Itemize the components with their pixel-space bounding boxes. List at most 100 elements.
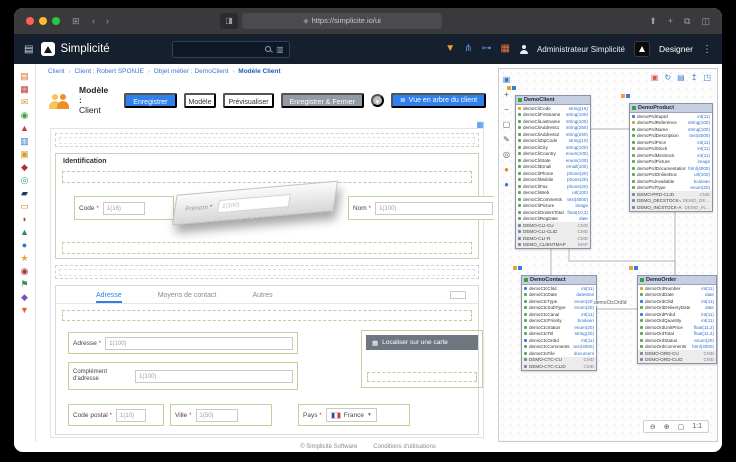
entity-action-row[interactable]: DEMO-CTC-CU CMD	[522, 356, 596, 363]
rail-module-icon[interactable]: ◆	[21, 293, 28, 302]
diagram-tool-icon[interactable]: +	[504, 90, 509, 99]
entity-field-row[interactable]: demoCliCountry enum(100)	[516, 151, 590, 158]
model-button[interactable]: Modèle	[183, 92, 217, 108]
link-handle-orange[interactable]	[621, 94, 625, 98]
entity-demo-product[interactable]: DemoProduct demoPrdSupId int(11) demoPrdR…	[629, 103, 713, 212]
tabs-overview-icon[interactable]: ⧉	[684, 16, 690, 27]
tree-view-button[interactable]: ≣ Vue en arbre du client	[390, 92, 487, 108]
entity-field-row[interactable]: demoCliAddress2 string(250)	[516, 131, 590, 138]
sitemap-icon[interactable]: ⋔	[464, 44, 472, 54]
diagram-tool-icon[interactable]: ▣	[503, 75, 511, 84]
entity-field-row[interactable]: demoOrdComments html(4000)	[638, 344, 716, 351]
entity-field-row[interactable]: demoCliLastname string(100)	[516, 118, 590, 125]
entity-header[interactable]: DemoClient	[516, 96, 590, 105]
field-pays[interactable]: Pays * France ▼	[298, 404, 410, 426]
locate-on-map-button[interactable]: ▦ Localiser sur une carte	[366, 335, 478, 350]
diagram-tool-icon[interactable]: ✎	[503, 135, 510, 144]
share-icon[interactable]: ⬆	[649, 16, 657, 27]
diagram-toolbar-icon[interactable]: ▤	[677, 73, 685, 82]
avatar[interactable]	[633, 41, 650, 57]
entity-field-row[interactable]: demoOrdQuantity int(11)	[638, 318, 716, 325]
rail-module-icon[interactable]: ▥	[20, 137, 29, 146]
field-code[interactable]: Code * 1(16)	[74, 196, 174, 220]
scan-icon[interactable]: ▥	[276, 45, 284, 54]
entity-action-row[interactable]: DEMO-CLI-CU CMD	[516, 222, 590, 229]
apps-grid-icon[interactable]: ▦	[500, 44, 509, 54]
entity-field-row[interactable]: demoCliComments text(4000)	[516, 196, 590, 203]
entity-field-row[interactable]: demoCliOrdersTotal float(10,2)	[516, 209, 590, 216]
field-placeholder[interactable]: 1(10)	[116, 408, 147, 422]
field-ville[interactable]: Ville * 1(50)	[170, 404, 272, 426]
privacy-toggle-icon[interactable]: ◨	[220, 13, 238, 29]
new-tab-icon[interactable]: +	[668, 16, 673, 26]
field-complement-adresse[interactable]: Complément d'adresse 1(100)	[68, 362, 298, 390]
entity-action-row[interactable]: DEMO_DECSTOCK-A DEMO_DE…	[630, 197, 712, 204]
entity-header[interactable]: DemoContact	[522, 276, 596, 285]
zoom-fit-icon[interactable]: ▢	[678, 423, 685, 431]
link-handle-orange[interactable]	[629, 266, 633, 270]
filter-icon[interactable]: ▼	[445, 44, 455, 54]
entity-field-row[interactable]: demoPrdAvailable boolean	[630, 178, 712, 185]
entity-field-row[interactable]: demoPrdDocumentation html(4000)	[630, 165, 712, 172]
field-adresse[interactable]: Adresse * 1(100)	[68, 332, 298, 354]
zoom-out-icon[interactable]: ⊖	[650, 423, 656, 431]
diagram-toolbar-icon[interactable]: ▣	[651, 73, 659, 82]
preview-button[interactable]: Prévisualiser	[223, 92, 274, 108]
entity-field-row[interactable]: demoPrdOnlineDoc url(100)	[630, 172, 712, 179]
entity-field-row[interactable]: demoCliPicture image	[516, 203, 590, 210]
diagram-toolbar-icon[interactable]: ↻	[664, 73, 671, 82]
field-code-postal[interactable]: Code postal * 1(10)	[68, 404, 164, 426]
diagram-toolbar-icon[interactable]: ◳	[703, 73, 711, 82]
rail-module-icon[interactable]: ◗	[22, 215, 27, 224]
tab-adresse[interactable]: Adresse	[96, 292, 122, 303]
copy-icon[interactable]: ◫	[701, 16, 710, 27]
sidebar-toggle-icon[interactable]: ▤	[24, 44, 33, 55]
diagram-toolbar-icon[interactable]: ↥	[691, 73, 698, 82]
field-placeholder[interactable]: 1(100)	[105, 336, 293, 350]
entity-field-row[interactable]: demoCliPhone phone(20)	[516, 170, 590, 177]
entity-header[interactable]: DemoProduct	[630, 104, 712, 113]
tab-moyens-de-contact[interactable]: Moyens de contact	[158, 292, 217, 303]
user-role[interactable]: Designer	[659, 44, 693, 54]
rail-module-icon[interactable]: ▭	[20, 202, 29, 211]
rail-module-icon[interactable]: ◆	[21, 163, 28, 172]
minimize-window-button[interactable]	[39, 17, 47, 25]
entity-demo-contact[interactable]: DemoContact demoCtcCliId int(11) demoCtcD…	[521, 275, 597, 371]
diagram-tool-icon[interactable]: ▢	[503, 120, 511, 129]
map-zone[interactable]: ▦ Localiser sur une carte	[361, 330, 483, 388]
footer-terms-link[interactable]: Conditions d'utilisations	[373, 444, 436, 450]
pays-select[interactable]: France ▼	[325, 408, 377, 422]
rail-module-icon[interactable]: ▼	[20, 306, 29, 315]
entity-field-row[interactable]: demoCliRegDate date	[516, 216, 590, 223]
zoom-level[interactable]: 1:1	[692, 423, 702, 430]
entity-field-row[interactable]: demoCtcStatus enum(20)	[522, 324, 596, 331]
entity-demo-client[interactable]: DemoClient demoCliCode string(16) demoCli…	[515, 95, 591, 249]
rail-module-icon[interactable]: ◉	[21, 267, 29, 276]
entity-field-row[interactable]: demoCtcComments text(4000)	[522, 344, 596, 351]
entity-field-row[interactable]: demoOrdUnitPrice float(11,2)	[638, 324, 716, 331]
rail-module-icon[interactable]: ▲	[20, 228, 29, 237]
entity-action-row[interactable]: DEMO-CLI-CLID CMD	[516, 228, 590, 235]
breadcrumb-item[interactable]: Objet métier : DemoClient	[154, 68, 229, 75]
rail-module-icon[interactable]: ⚑	[20, 280, 28, 289]
empty-field-row[interactable]	[62, 171, 472, 183]
diagram-tool-icon[interactable]: −	[504, 105, 509, 114]
entity-field-row[interactable]: demoCtcSubType enum(20)	[522, 305, 596, 312]
link-handle-blue[interactable]	[634, 266, 638, 270]
empty-field-row[interactable]	[62, 310, 472, 321]
entity-demo-order[interactable]: DemoOrder demoOrdNumber int(11) demoOrdDa…	[637, 275, 717, 364]
field-placeholder[interactable]: 1(100)	[135, 369, 293, 383]
rail-module-icon[interactable]: ▦	[20, 85, 29, 94]
entity-field-row[interactable]: demoCtcCanal int(11)	[522, 311, 596, 318]
entity-field-row[interactable]: demoCliAddress1 string(250)	[516, 125, 590, 132]
dragged-field[interactable]: Prénom * 1(100)	[171, 180, 339, 226]
diagram-tool-icon[interactable]: ●	[504, 165, 509, 174]
empty-field-row[interactable]	[62, 242, 472, 254]
field-placeholder[interactable]: 1(16)	[102, 201, 145, 215]
section-identification[interactable]: Identification Code * 1(16) Prénom * 1(1…	[55, 153, 494, 259]
tab-autres[interactable]: Autres	[252, 292, 272, 303]
save-button[interactable]: Enregistrer	[124, 92, 177, 108]
entity-field-row[interactable]: demoCtcPriority boolean	[522, 318, 596, 325]
link-handle-blue[interactable]	[626, 94, 630, 98]
rail-module-icon[interactable]: ▤	[20, 72, 29, 81]
